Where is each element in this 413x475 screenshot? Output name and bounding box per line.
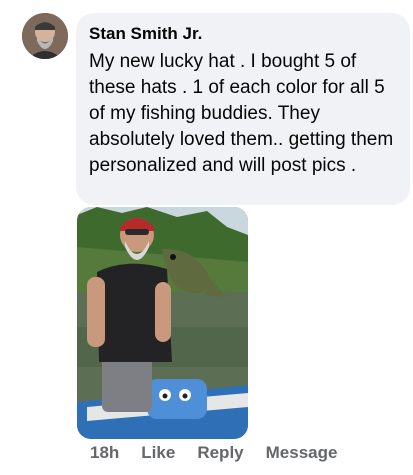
message-button[interactable]: Message — [266, 443, 338, 463]
comment-text: My new lucky hat . I bought 5 of these h… — [89, 51, 394, 176]
comment-bubble: Stan Smith Jr. My new lucky hat . I boug… — [76, 13, 410, 205]
like-button[interactable]: Like — [141, 443, 175, 463]
avatar-icon — [22, 13, 68, 59]
comment-author[interactable]: Stan Smith Jr. — [89, 23, 396, 45]
photo-image — [77, 207, 248, 439]
comment-actions: 18h Like Reply Message — [90, 440, 359, 466]
comment-photo[interactable] — [77, 207, 248, 439]
reply-button[interactable]: Reply — [197, 443, 243, 463]
avatar[interactable] — [22, 13, 68, 59]
comment-timestamp[interactable]: 18h — [90, 443, 119, 463]
